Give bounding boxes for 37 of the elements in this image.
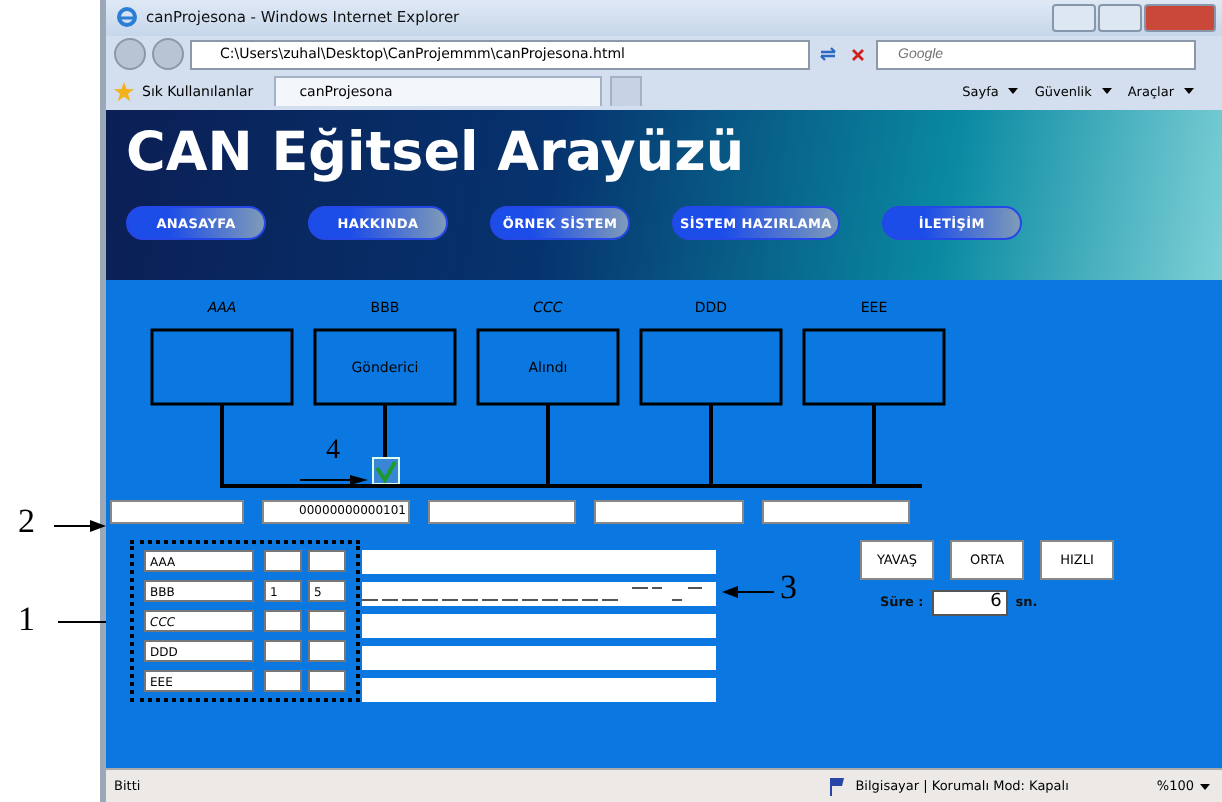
maximize-button[interactable] (1098, 3, 1142, 32)
signal-field[interactable] (362, 645, 716, 670)
value-field[interactable] (264, 639, 302, 662)
duration-field[interactable]: 6 (931, 589, 1008, 616)
caret-icon (1101, 88, 1112, 95)
minimize-button[interactable] (1052, 3, 1096, 32)
close-icon[interactable] (846, 47, 870, 62)
value-field[interactable] (264, 549, 302, 572)
callout-arrow (722, 583, 774, 600)
bus-field[interactable] (428, 499, 576, 524)
signal-field[interactable] (362, 613, 716, 638)
callout-number: 2 (18, 502, 35, 542)
callout-arrow (54, 518, 106, 534)
callout-number: 3 (780, 567, 797, 608)
value-field[interactable] (308, 639, 346, 662)
flag-icon (827, 776, 848, 796)
signal-field[interactable] (362, 549, 716, 574)
bus-field[interactable] (110, 499, 244, 524)
caret-icon (1184, 88, 1194, 95)
callout-number: 1 (18, 600, 35, 640)
browser-logo-icon (116, 6, 138, 29)
value-field[interactable] (308, 669, 346, 692)
value-field[interactable] (264, 669, 302, 692)
callout-number: 4 (326, 435, 340, 466)
close-button[interactable] (1144, 3, 1216, 32)
caret-icon (1008, 88, 1019, 95)
bus-field[interactable] (594, 499, 744, 524)
star-icon (114, 81, 134, 102)
value-field[interactable] (308, 549, 346, 572)
value-field[interactable] (308, 609, 346, 632)
signal-field[interactable] (362, 581, 716, 606)
value-field[interactable] (264, 609, 302, 632)
refresh-icon[interactable] (816, 46, 840, 63)
bus-field[interactable] (762, 499, 910, 524)
site-title: CAN Eğitsel Arayüzü (126, 121, 747, 186)
signal-field[interactable] (362, 677, 716, 702)
caret-icon (1200, 784, 1210, 790)
